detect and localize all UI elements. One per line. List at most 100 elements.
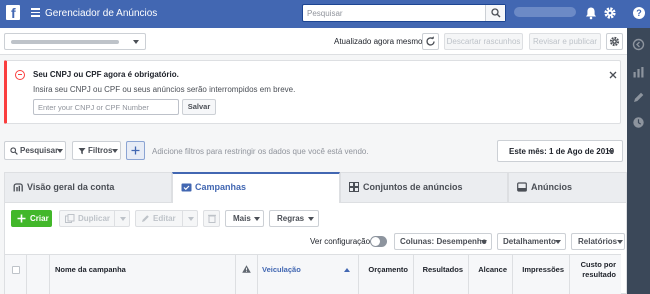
pencil-icon [142,215,149,222]
chevron-down-icon [308,217,314,221]
view-config-label: Ver configuração [310,237,371,246]
app-title[interactable]: Gerenciador de Anúncios [45,8,157,19]
filters-button[interactable]: Filtros [72,141,121,160]
tab-campaigns[interactable]: Campanhas [172,172,340,203]
search-input[interactable] [307,7,482,19]
edit-label: Editar [153,214,176,223]
edit-button[interactable]: Editar [135,210,198,227]
rules-label: Regras [277,214,305,223]
menu-icon[interactable] [31,8,40,17]
results-header[interactable]: Resultados [414,255,469,294]
ad-card-icon [517,182,527,192]
filter-funnel-icon [78,148,86,155]
search-filter-button[interactable]: Pesquisar [4,141,66,160]
gear-icon [609,36,620,47]
discard-drafts-button[interactable]: Descartar rascunhos [444,33,523,50]
trash-icon [208,214,216,223]
tab-label: Conjuntos de anúncios [363,182,463,192]
duplicate-button[interactable]: Duplicar [59,210,130,227]
reach-header-label: Alcance [478,265,507,274]
filter-bar: Pesquisar Filtros Adicione filtros para … [4,140,623,163]
edit-pencil-icon[interactable] [632,91,645,104]
reports-dropdown[interactable]: Relatórios [571,233,625,250]
chevron-down-icon [555,240,561,244]
tab-account-overview[interactable]: Visão geral da conta [4,172,172,202]
impressions-header[interactable]: Impressões [513,255,570,294]
help-icon[interactable]: ? [632,6,646,20]
alert-message: Insira seu CNPJ ou CPF ou seus anúncios … [33,85,296,94]
reach-header[interactable]: Alcance [469,255,513,294]
cnpj-cpf-input[interactable] [33,99,179,115]
account-name-redacted[interactable] [514,7,576,17]
sort-ascending-icon [344,268,350,272]
search-icon [10,147,18,155]
error-icon [15,70,25,80]
columns-label: Colunas: Desempenho [400,237,487,246]
filters-label: Filtros [88,146,113,155]
more-label: Mais [233,214,251,223]
refresh-button[interactable] [422,33,439,50]
campaign-name-header-label: Nome da campanha [55,265,126,274]
close-icon[interactable] [608,70,618,80]
chevron-down-icon [57,149,63,153]
reports-label: Relatórios [578,237,618,246]
tab-ad-sets[interactable]: Conjuntos de anúncios [340,172,508,202]
toggle-column-header [27,255,50,294]
chevron-down-icon [608,150,614,154]
history-back-icon[interactable] [632,38,645,51]
breakdown-label: Detalhamento [503,237,556,246]
activity-clock-icon[interactable] [632,116,645,129]
delivery-header[interactable]: Veiculação [258,255,359,294]
ad-account-selector[interactable] [4,33,146,50]
filter-hint-text: Adicione filtros para restringir os dado… [152,147,369,156]
more-button[interactable]: Mais [225,210,264,227]
search-box[interactable] [302,4,506,22]
duplicate-dropdown[interactable] [114,211,130,226]
columns-dropdown[interactable]: Colunas: Desempenho [394,233,492,250]
settings-gear-icon[interactable] [603,6,617,20]
level-tabs: Visão geral da conta Campanhas Conjuntos… [0,172,627,203]
delete-button[interactable] [203,210,220,227]
plus-icon [17,214,26,223]
notifications-bell-icon[interactable] [584,6,598,20]
warning-column-header[interactable] [236,255,258,294]
date-range-label: Este mês: 1 de Ago de 2019 [509,147,615,156]
select-all-checkbox[interactable] [12,266,20,274]
duplicate-icon [65,214,75,223]
search-icon [491,8,501,18]
view-config-toggle[interactable] [370,236,387,247]
search-button[interactable] [485,5,505,21]
results-header-label: Resultados [422,265,463,274]
cnpj-required-alert: Seu CNPJ ou CPF agora é obrigatório. Ins… [4,60,621,124]
campaign-folder-icon [181,183,192,192]
reports-chart-icon[interactable] [632,66,645,79]
budget-header[interactable]: Orçamento [359,255,414,294]
campaign-name-header[interactable]: Nome da campanha [50,255,236,294]
settings-button[interactable] [606,33,623,50]
cost-per-result-header[interactable]: Custo por resultado [570,255,621,294]
chevron-down-icon [254,217,260,221]
create-label: Criar [30,214,49,223]
cost-header-line2: resultado [582,270,616,279]
refresh-icon [426,36,435,46]
chevron-down-icon [481,240,487,244]
impressions-header-label: Impressões [522,265,564,274]
facebook-logo-icon[interactable]: f [6,5,20,21]
overview-chart-icon [13,183,23,192]
create-button[interactable]: Criar [11,210,52,227]
chevron-down-icon [133,40,139,44]
date-range-selector[interactable]: Este mês: 1 de Ago de 2019 [497,140,623,162]
tab-ads[interactable]: Anúncios [508,172,627,202]
breakdown-dropdown[interactable]: Detalhamento [497,233,566,250]
rules-button[interactable]: Regras [269,210,319,227]
add-filter-button[interactable] [126,141,145,160]
edit-dropdown[interactable] [182,211,198,226]
ad-sets-grid-icon [349,182,359,192]
review-publish-button[interactable]: Revisar e publicar [529,33,601,50]
duplicate-label: Duplicar [78,214,111,223]
svg-text:?: ? [636,8,642,18]
save-button[interactable]: Salvar [182,99,216,115]
select-all-cell [5,255,27,294]
account-toolbar: Atualizado agora mesmo Descartar rascunh… [0,28,627,55]
chevron-down-icon [617,240,623,244]
